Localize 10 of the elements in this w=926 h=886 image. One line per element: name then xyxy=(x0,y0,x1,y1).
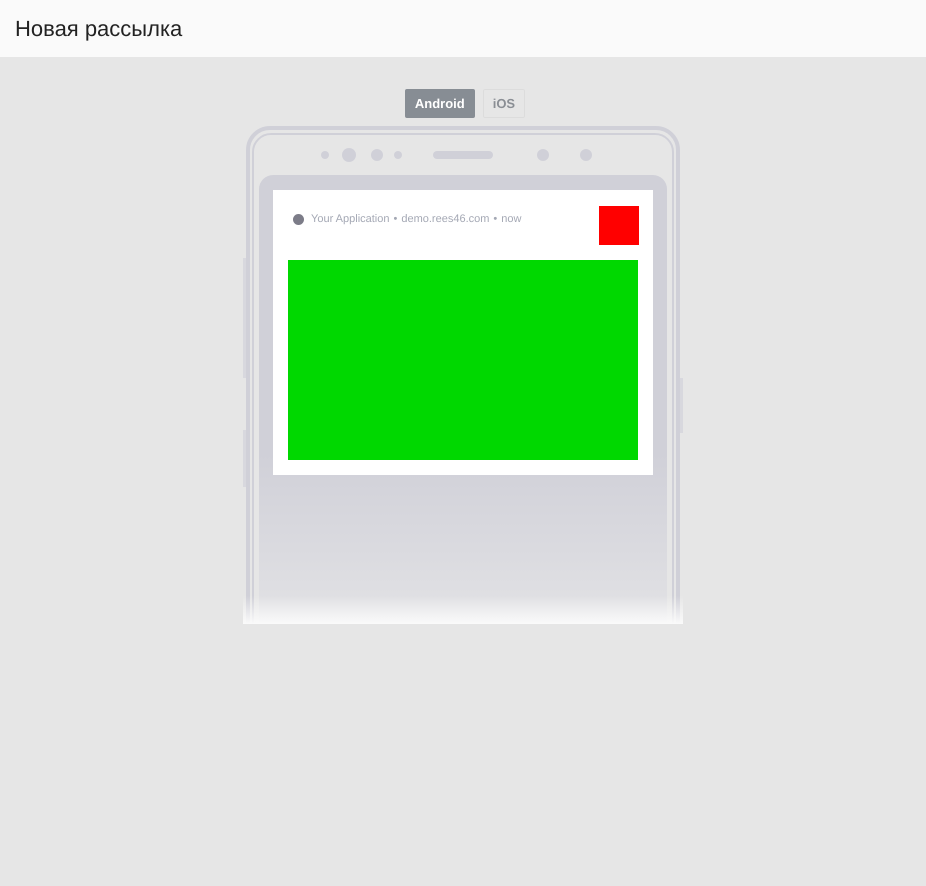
notification-time: now xyxy=(501,213,522,225)
site-name: demo.rees46.com xyxy=(401,213,490,225)
separator-dot: • xyxy=(394,213,398,225)
notification-icon xyxy=(599,206,639,245)
platform-tab[interactable]: iOS xyxy=(482,89,526,118)
separator-dot: • xyxy=(493,213,498,225)
page-title: Новая рассылка xyxy=(15,16,182,42)
app-icon xyxy=(293,214,304,224)
app-name: Your Application xyxy=(311,213,390,225)
platform-tab[interactable]: Android xyxy=(404,89,475,118)
